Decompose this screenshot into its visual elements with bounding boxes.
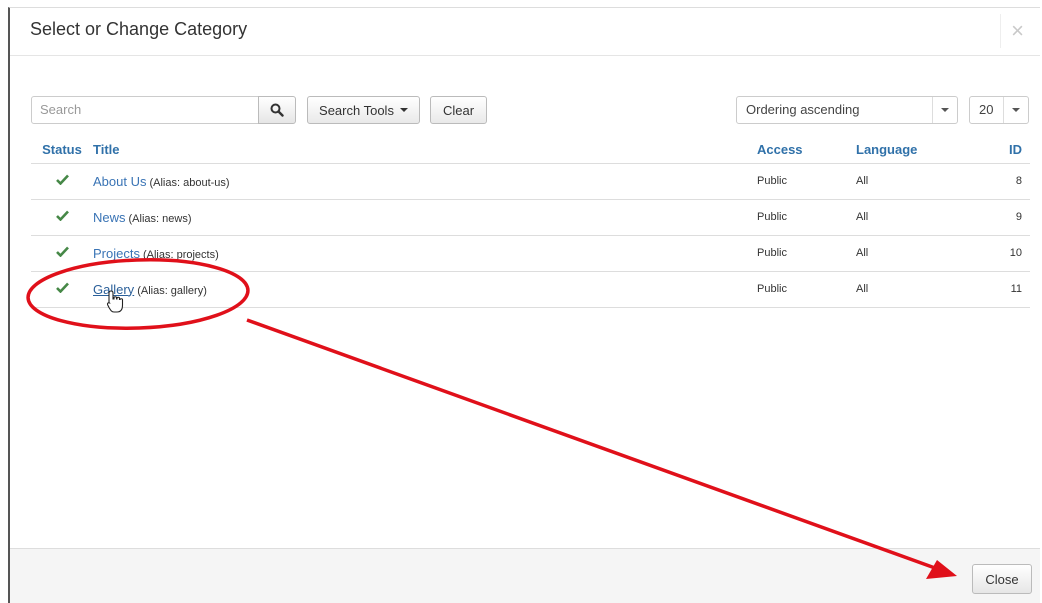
search-input[interactable]: Search <box>31 96 259 124</box>
ordering-select[interactable]: Ordering ascending <box>736 96 958 124</box>
language-cell: All <box>856 235 996 272</box>
table-row: Projects (Alias: projects) Public All 10 <box>31 235 1030 272</box>
chevron-down-icon <box>932 97 957 123</box>
search-tools-button[interactable]: Search Tools <box>307 96 420 124</box>
title-cell: Gallery (Alias: gallery) <box>93 271 757 308</box>
header-status[interactable]: Status <box>31 136 93 164</box>
limit-value: 20 <box>979 102 994 117</box>
id-cell: 11 <box>996 271 1030 308</box>
check-icon[interactable] <box>55 246 69 258</box>
status-cell <box>31 271 93 308</box>
table-row: Gallery (Alias: gallery) Public All 11 <box>31 271 1030 308</box>
category-link[interactable]: Gallery <box>93 282 134 297</box>
modal-title: Select or Change Category <box>30 19 248 39</box>
filter-toolbar: Search Search Tools Clear Ordering ascen… <box>10 96 1040 126</box>
alias-text: (Alias: about-us) <box>149 176 230 189</box>
ordering-value: Ordering ascending <box>746 102 860 117</box>
access-cell: Public <box>757 271 856 308</box>
status-cell <box>31 163 93 200</box>
modal-footer: Close <box>10 548 1040 603</box>
search-button[interactable] <box>258 96 296 124</box>
list-limit-select[interactable]: 20 <box>969 96 1029 124</box>
category-link[interactable]: News <box>93 210 126 225</box>
status-cell <box>31 199 93 236</box>
header-access[interactable]: Access <box>757 136 856 164</box>
access-cell: Public <box>757 199 856 236</box>
access-cell: Public <box>757 235 856 272</box>
table-header-row: Status Title Access Language ID <box>31 136 1030 164</box>
clear-button[interactable]: Clear <box>430 96 487 124</box>
category-link[interactable]: About Us <box>93 174 146 189</box>
check-icon[interactable] <box>55 174 69 186</box>
modal-header: Select or Change Category × <box>10 8 1040 56</box>
chevron-down-icon <box>1003 97 1028 123</box>
language-cell: All <box>856 199 996 236</box>
id-cell: 9 <box>996 199 1030 236</box>
caret-down-icon <box>399 108 408 112</box>
table-row: News (Alias: news) Public All 9 <box>31 199 1030 236</box>
category-link[interactable]: Projects <box>93 246 140 261</box>
close-x-icon[interactable]: × <box>1000 14 1034 48</box>
title-cell: News (Alias: news) <box>93 199 757 236</box>
alias-text: (Alias: news) <box>128 212 192 225</box>
access-cell: Public <box>757 163 856 200</box>
language-cell: All <box>856 271 996 308</box>
title-cell: About Us (Alias: about-us) <box>93 163 757 200</box>
alias-text: (Alias: gallery) <box>137 284 207 297</box>
search-icon <box>270 103 284 117</box>
status-cell <box>31 235 93 272</box>
check-icon[interactable] <box>55 210 69 222</box>
category-modal: Select or Change Category × Search Searc… <box>8 7 1040 603</box>
id-cell: 8 <box>996 163 1030 200</box>
header-language[interactable]: Language <box>856 136 996 164</box>
category-table: Status Title Access Language ID About Us… <box>31 136 1030 308</box>
header-id[interactable]: ID <box>996 136 1030 164</box>
table-row: About Us (Alias: about-us) Public All 8 <box>31 163 1030 200</box>
title-cell: Projects (Alias: projects) <box>93 235 757 272</box>
id-cell: 10 <box>996 235 1030 272</box>
alias-text: (Alias: projects) <box>142 248 219 261</box>
search-tools-label: Search Tools <box>319 102 394 118</box>
header-title[interactable]: Title <box>93 136 757 164</box>
check-icon[interactable] <box>55 282 69 294</box>
language-cell: All <box>856 163 996 200</box>
close-button[interactable]: Close <box>972 564 1032 594</box>
